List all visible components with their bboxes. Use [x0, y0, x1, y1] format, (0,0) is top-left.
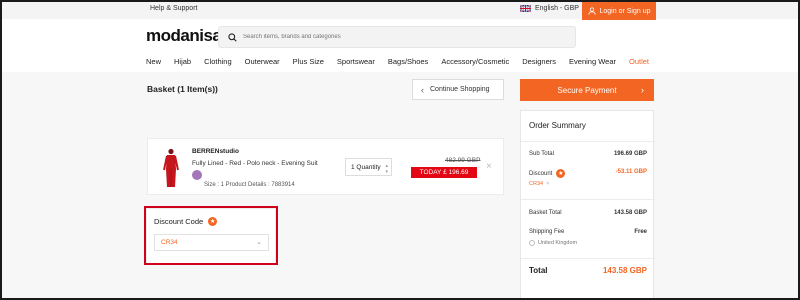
order-summary-panel: Order Summary Sub Total 196.69 GBP Disco…: [520, 110, 655, 300]
divider: [521, 141, 655, 142]
star-icon: ★: [556, 169, 566, 178]
old-price: 482.99 GBP: [445, 157, 481, 164]
nav-item-outlet[interactable]: Outlet: [629, 57, 649, 66]
subtotal-row: Sub Total 196.69 GBP: [529, 151, 647, 157]
nav-item-designers[interactable]: Designers: [522, 57, 556, 66]
chevron-left-icon: ‹: [421, 84, 424, 95]
secure-payment-label: Secure Payment: [557, 85, 617, 95]
shipping-country[interactable]: United Kingdom: [529, 240, 577, 246]
nav-item-plus-size[interactable]: Plus Size: [293, 57, 324, 66]
search-input[interactable]: [243, 34, 543, 40]
language-selector[interactable]: English - GBP: [520, 5, 579, 12]
continue-shopping-button[interactable]: ‹ Continue Shopping: [412, 79, 504, 100]
discount-row: Discount ★ -53.11 GBP: [529, 169, 647, 178]
product-brand: BERRENstudio: [192, 148, 239, 155]
product-name[interactable]: Fully Lined - Red - Polo neck - Evening …: [192, 160, 318, 167]
applied-discount-code: CR34 ×: [529, 181, 549, 187]
chevron-right-icon: ›: [641, 85, 644, 95]
nav-item-hijab[interactable]: Hijab: [174, 57, 191, 66]
quantity-select[interactable]: 1 Quantity ▴ ▾: [345, 158, 392, 176]
divider: [521, 199, 655, 200]
help-support-link[interactable]: Help & Support: [150, 5, 197, 12]
login-label: Login or Sign up: [599, 7, 651, 15]
shipping-value: Free: [634, 229, 647, 235]
nav-item-new[interactable]: New: [146, 57, 161, 66]
today-price-badge: TODAY £ 196.69: [411, 167, 477, 178]
basket-title: Basket (1 Item(s)): [147, 84, 218, 94]
secure-payment-button[interactable]: Secure Payment ›: [520, 79, 654, 101]
basket-total-value: 143.58 GBP: [613, 210, 647, 216]
nav-item-outerwear[interactable]: Outerwear: [245, 57, 280, 66]
discount-value: -53.11 GBP: [615, 169, 647, 175]
category-nav: New Hijab Clothing Outerwear Plus Size S…: [146, 57, 662, 66]
product-size-details: Size : 1 Product Details : 7883914: [204, 182, 295, 188]
nav-item-sportswear[interactable]: Sportswear: [337, 57, 375, 66]
basket-total-label: Basket Total: [529, 210, 562, 216]
search-icon: [228, 32, 237, 42]
uk-flag-icon: [520, 5, 531, 12]
divider: [521, 258, 655, 259]
quantity-value: 1 Quantity: [351, 163, 381, 171]
highlight-box: [144, 206, 278, 265]
modanisa-logo[interactable]: modanisa: [146, 26, 222, 46]
up-down-arrow-icon: ▴ ▾: [385, 163, 388, 175]
top-bar: Help & Support English - GBP Login or Si…: [2, 2, 798, 20]
continue-shopping-label: Continue Shopping: [430, 86, 490, 93]
nav-item-evening-wear[interactable]: Evening Wear: [569, 57, 616, 66]
total-label: Total: [529, 266, 548, 275]
subtotal-label: Sub Total: [529, 151, 554, 157]
applied-code-label: CR34: [529, 181, 544, 187]
nav-item-bags-shoes[interactable]: Bags/Shoes: [388, 57, 428, 66]
basket-total-row: Basket Total 143.58 GBP: [529, 210, 647, 216]
login-button[interactable]: Login or Sign up: [582, 2, 656, 20]
remove-code-icon[interactable]: ×: [546, 181, 549, 187]
basket-item: BERRENstudio Fully Lined - Red - Polo ne…: [147, 138, 504, 195]
product-image[interactable]: [162, 148, 180, 188]
order-summary-title: Order Summary: [529, 121, 586, 130]
shipping-label: Shipping Fee: [529, 229, 565, 235]
seller-badge-icon: [192, 170, 202, 180]
discount-label: Discount: [529, 170, 553, 177]
shipping-row: Shipping Fee Free: [529, 229, 647, 235]
total-row: Total 143.58 GBP: [529, 266, 647, 275]
remove-item-icon[interactable]: ×: [486, 161, 492, 172]
total-value: 143.58 GBP: [602, 266, 647, 275]
search-bar[interactable]: [218, 26, 576, 48]
nav-item-clothing[interactable]: Clothing: [204, 57, 232, 66]
language-label: English - GBP: [535, 5, 579, 12]
subtotal-value: 196.69 GBP: [613, 151, 647, 157]
location-icon: [529, 240, 535, 246]
shipping-country-label: United Kingdom: [538, 240, 578, 246]
nav-item-accessory-cosmetic[interactable]: Accessory/Cosmetic: [441, 57, 509, 66]
user-icon: [587, 7, 596, 15]
discount-label-group: Discount ★: [529, 169, 566, 178]
